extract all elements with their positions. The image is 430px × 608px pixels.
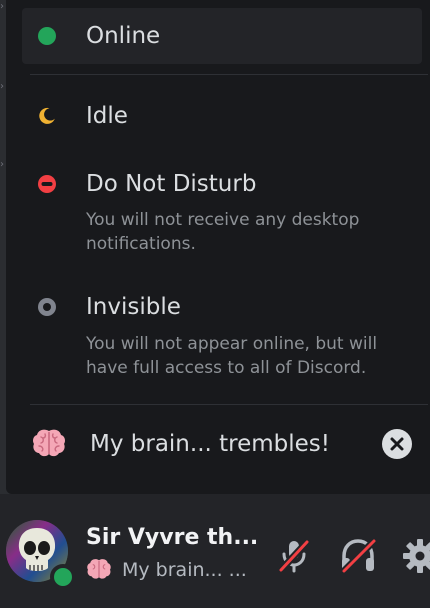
user-settings-button[interactable] bbox=[400, 536, 430, 576]
dnd-status-icon bbox=[38, 175, 56, 193]
status-option-online[interactable]: Online bbox=[22, 8, 422, 64]
status-description-invisible: You will not appear online, but will hav… bbox=[86, 334, 378, 378]
status-label-invisible: Invisible bbox=[86, 294, 181, 320]
user-avatar-button[interactable] bbox=[6, 520, 76, 590]
deafen-button[interactable] bbox=[338, 536, 378, 576]
gear-icon bbox=[403, 539, 430, 573]
username: Sir Vyvre th... bbox=[86, 525, 259, 550]
user-panel: Sir Vyvre th... My brain... ... bbox=[0, 494, 430, 608]
user-status-text: My brain... ... bbox=[122, 559, 247, 581]
discord-window: › › › Online Idle Do Not Disturb You wil… bbox=[0, 0, 430, 608]
status-option-dnd[interactable]: Do Not Disturb You will not receive any … bbox=[22, 160, 422, 264]
status-option-idle[interactable]: Idle bbox=[22, 88, 422, 144]
invisible-status-icon bbox=[38, 298, 56, 316]
status-option-invisible[interactable]: Invisible You will not appear online, bu… bbox=[22, 284, 422, 390]
divider bbox=[30, 404, 428, 405]
divider bbox=[30, 74, 428, 75]
headphones-deafened-icon bbox=[340, 537, 378, 575]
mute-microphone-button[interactable] bbox=[274, 536, 314, 576]
online-status-icon bbox=[38, 27, 56, 45]
custom-status-text: My brain... trembles! bbox=[90, 431, 330, 457]
status-picker-popout: Online Idle Do Not Disturb You will not … bbox=[6, 0, 430, 494]
custom-status-row[interactable]: My brain... trembles! bbox=[22, 412, 424, 476]
brain-emoji-icon bbox=[33, 429, 65, 457]
status-label-idle: Idle bbox=[86, 103, 128, 129]
clear-custom-status-button[interactable] bbox=[382, 429, 412, 459]
brain-emoji-icon bbox=[87, 559, 111, 579]
online-presence-indicator bbox=[50, 564, 76, 590]
idle-moon-icon bbox=[39, 107, 55, 124]
microphone-muted-icon bbox=[277, 538, 311, 574]
clear-x-icon bbox=[390, 437, 404, 451]
status-label-online: Online bbox=[86, 23, 161, 49]
status-description-dnd: You will not receive any desktop notific… bbox=[86, 210, 360, 254]
status-label-dnd: Do Not Disturb bbox=[86, 171, 257, 197]
